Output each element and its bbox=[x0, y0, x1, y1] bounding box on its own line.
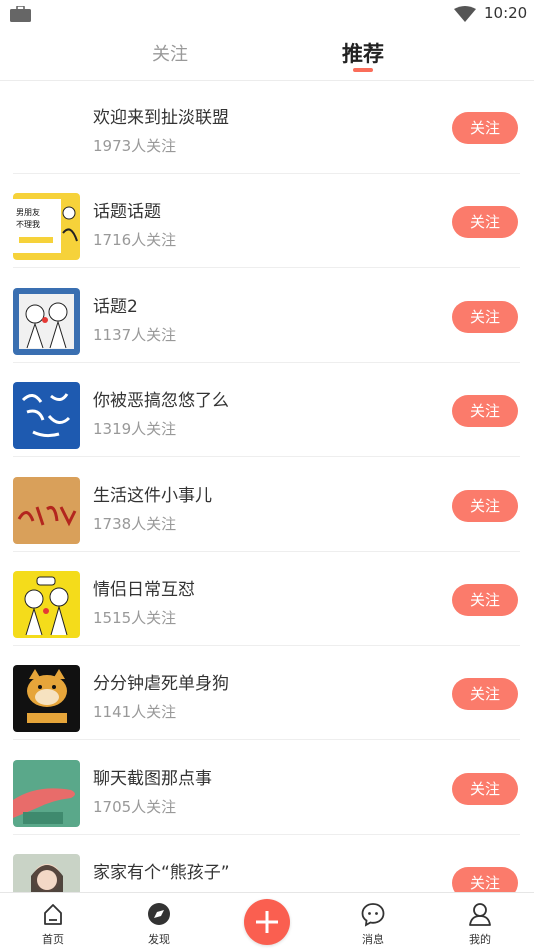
status-bar: 10:20 bbox=[0, 0, 534, 28]
follow-button[interactable]: 关注 bbox=[452, 773, 518, 805]
topic-item[interactable]: 家家有个“熊孩子” 关注 bbox=[0, 835, 534, 892]
svg-text:不理我: 不理我 bbox=[16, 219, 40, 229]
nav-messages[interactable]: 消息 bbox=[343, 901, 403, 947]
topic-thumbnail bbox=[13, 477, 80, 544]
topic-list[interactable]: 欢迎来到扯淡联盟 1973人关注 关注 男朋友 不理我 话题话题 1716人关注… bbox=[0, 80, 534, 892]
active-tab-indicator bbox=[353, 68, 373, 72]
top-tabs: 关注 推荐 bbox=[0, 28, 534, 81]
topic-title: 你被恶搞忽悠了么 bbox=[93, 391, 229, 411]
nav-messages-label: 消息 bbox=[362, 933, 384, 946]
topic-follower-count: 1716人关注 bbox=[93, 231, 177, 249]
discover-icon bbox=[148, 903, 170, 925]
topic-follower-count: 1137人关注 bbox=[93, 326, 177, 344]
status-time: 10:20 bbox=[484, 4, 528, 22]
topic-follower-count: 1141人关注 bbox=[93, 703, 177, 721]
topic-title: 欢迎来到扯淡联盟 bbox=[93, 108, 229, 128]
message-icon bbox=[361, 903, 385, 927]
topic-item[interactable]: 欢迎来到扯淡联盟 1973人关注 关注 bbox=[0, 80, 534, 174]
bottom-nav: 首页 发现 消息 我的 bbox=[0, 892, 534, 950]
topic-thumbnail: 男朋友 不理我 bbox=[13, 193, 80, 260]
nav-discover[interactable]: 发现 bbox=[129, 901, 189, 947]
topic-follower-count: 1319人关注 bbox=[93, 420, 177, 438]
topic-title: 话题话题 bbox=[93, 202, 161, 222]
follow-button[interactable]: 关注 bbox=[452, 867, 518, 892]
briefcase-icon bbox=[10, 6, 31, 22]
topic-thumbnail bbox=[13, 854, 80, 892]
tab-recommend[interactable]: 推荐 bbox=[342, 38, 384, 68]
topic-title: 聊天截图那点事 bbox=[93, 769, 212, 789]
topic-item[interactable]: 生活这件小事儿 1738人关注 关注 bbox=[0, 458, 534, 552]
topic-thumbnail bbox=[13, 760, 80, 827]
topic-follower-count: 1738人关注 bbox=[93, 515, 177, 533]
follow-button[interactable]: 关注 bbox=[452, 490, 518, 522]
topic-thumbnail bbox=[13, 571, 80, 638]
topic-item[interactable]: 情侣日常互怼 1515人关注 关注 bbox=[0, 552, 534, 646]
follow-button[interactable]: 关注 bbox=[452, 112, 518, 144]
svg-text:男朋友: 男朋友 bbox=[16, 207, 40, 217]
topic-follower-count: 1973人关注 bbox=[93, 137, 177, 155]
plus-icon bbox=[256, 911, 278, 933]
tab-follow[interactable]: 关注 bbox=[152, 40, 188, 66]
follow-button[interactable]: 关注 bbox=[452, 395, 518, 427]
divider bbox=[13, 739, 520, 740]
follow-button[interactable]: 关注 bbox=[452, 301, 518, 333]
nav-home[interactable]: 首页 bbox=[23, 901, 83, 947]
topic-item[interactable]: 你被恶搞忽悠了么 1319人关注 关注 bbox=[0, 363, 534, 457]
nav-discover-label: 发现 bbox=[148, 933, 170, 946]
topic-item[interactable]: 聊天截图那点事 1705人关注 关注 bbox=[0, 741, 534, 835]
home-icon bbox=[44, 904, 62, 925]
topic-thumbnail bbox=[13, 665, 80, 732]
nav-profile[interactable]: 我的 bbox=[450, 901, 510, 947]
follow-button[interactable]: 关注 bbox=[452, 678, 518, 710]
follow-button[interactable]: 关注 bbox=[452, 584, 518, 616]
topic-item[interactable]: 话题2 1137人关注 关注 bbox=[0, 269, 534, 363]
topic-thumbnail bbox=[13, 288, 80, 355]
nav-home-label: 首页 bbox=[42, 933, 64, 946]
topic-thumbnail bbox=[13, 382, 80, 449]
topic-item[interactable]: 分分钟虐死单身狗 1141人关注 关注 bbox=[0, 646, 534, 740]
topic-item[interactable]: 男朋友 不理我 话题话题 1716人关注 关注 bbox=[0, 174, 534, 268]
nav-profile-label: 我的 bbox=[469, 933, 491, 946]
topic-title: 分分钟虐死单身狗 bbox=[93, 674, 229, 694]
wifi-icon bbox=[454, 6, 476, 22]
divider bbox=[13, 456, 520, 457]
divider bbox=[13, 267, 520, 268]
topic-follower-count: 1515人关注 bbox=[93, 609, 177, 627]
profile-icon bbox=[469, 903, 491, 926]
create-post-button[interactable] bbox=[244, 899, 290, 945]
topic-title: 话题2 bbox=[93, 297, 138, 317]
topic-title: 家家有个“熊孩子” bbox=[93, 863, 230, 883]
topic-follower-count: 1705人关注 bbox=[93, 798, 177, 816]
topic-title: 情侣日常互怼 bbox=[93, 580, 195, 600]
follow-button[interactable]: 关注 bbox=[452, 206, 518, 238]
topic-title: 生活这件小事儿 bbox=[93, 486, 212, 506]
